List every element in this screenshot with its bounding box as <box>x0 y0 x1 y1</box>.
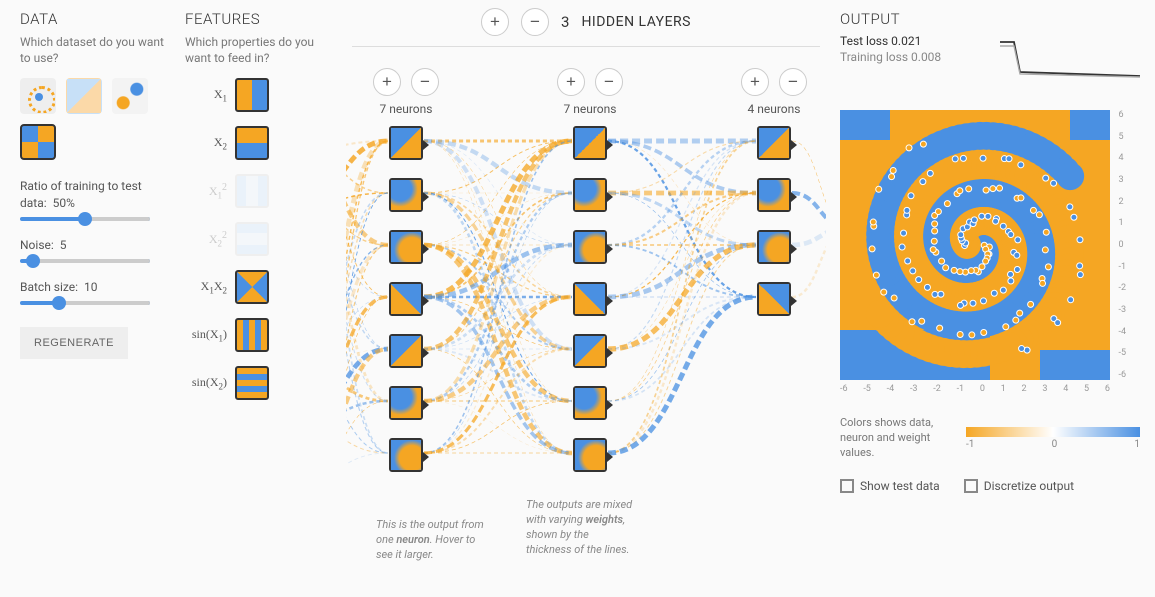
feature-0[interactable]: X1 <box>185 78 335 112</box>
neuron[interactable] <box>757 126 791 160</box>
output-heatmap[interactable]: 6543210-1-2-3-4-5-6 -6-5-4-3-2-10123456 <box>840 110 1110 380</box>
hidden-title: HIDDEN LAYERS <box>581 14 691 30</box>
layer-3: +− 4 neurons <box>714 68 834 316</box>
feature-5[interactable]: sin(X1) <box>185 318 335 352</box>
neuron[interactable] <box>389 334 423 368</box>
discretize-checkbox[interactable]: Discretize output <box>964 479 1074 493</box>
axis-right: 6543210-1-2-3-4-5-6 <box>1118 110 1126 380</box>
dataset-spiral[interactable] <box>20 124 56 160</box>
feature-label: X12 <box>185 182 227 200</box>
feature-label: sin(X1) <box>185 327 227 343</box>
layer3-add-neuron[interactable]: + <box>741 68 769 96</box>
noise-slider[interactable] <box>20 259 150 263</box>
data-panel: DATA Which dataset do you want to use? R… <box>20 10 170 359</box>
neuron[interactable] <box>757 230 791 264</box>
neuron[interactable] <box>573 386 607 420</box>
layer-2: +− 7 neurons <box>530 68 650 472</box>
ratio-slider[interactable] <box>20 217 150 221</box>
output-header: OUTPUT <box>840 10 1140 28</box>
neuron[interactable] <box>573 126 607 160</box>
neuron[interactable] <box>573 438 607 472</box>
dataset-grid <box>20 78 170 160</box>
remove-layer-button[interactable]: − <box>521 8 549 36</box>
ratio-label: Ratio of training to test data: 50% <box>20 178 170 210</box>
feature-2[interactable]: X12 <box>185 174 335 208</box>
feature-label: X1 <box>185 87 227 103</box>
feature-thumb <box>235 174 269 208</box>
features-header: FEATURES <box>185 10 335 28</box>
hidden-panel: + − 3 HIDDEN LAYERS +− 7 neurons +− 7 ne… <box>346 8 826 61</box>
feature-6[interactable]: sin(X2) <box>185 366 335 400</box>
layer-1: +− 7 neurons <box>346 68 466 472</box>
hidden-top: + − 3 HIDDEN LAYERS <box>346 8 826 36</box>
neuron[interactable] <box>757 178 791 212</box>
layer3-remove-neuron[interactable]: − <box>779 68 807 96</box>
feature-thumb <box>235 366 269 400</box>
layer1-add-neuron[interactable]: + <box>373 68 401 96</box>
show-test-checkbox[interactable]: Show test data <box>840 479 940 493</box>
ratio-param: Ratio of training to test data: 50% <box>20 178 170 220</box>
feature-label: X22 <box>185 230 227 248</box>
dataset-xor[interactable] <box>66 78 102 114</box>
neuron[interactable] <box>573 282 607 316</box>
regenerate-button[interactable]: REGENERATE <box>20 327 128 359</box>
feature-1[interactable]: X2 <box>185 126 335 160</box>
neuron[interactable] <box>573 230 607 264</box>
layer2-add-neuron[interactable]: + <box>557 68 585 96</box>
feature-4[interactable]: X1X2 <box>185 270 335 304</box>
feature-label: X1X2 <box>185 279 227 295</box>
hidden-rule <box>352 46 820 47</box>
feature-thumb <box>235 270 269 304</box>
axis-bottom: -6-5-4-3-2-10123456 <box>840 384 1110 394</box>
layer3-count: 4 neurons <box>714 102 834 116</box>
neuron[interactable] <box>389 230 423 264</box>
layer2-remove-neuron[interactable]: − <box>595 68 623 96</box>
dataset-circle[interactable] <box>20 78 56 114</box>
features-sub: Which properties do you want to feed in? <box>185 34 335 66</box>
batch-param: Batch size: 10 <box>20 279 170 305</box>
neuron[interactable] <box>389 178 423 212</box>
data-header: DATA <box>20 10 170 28</box>
output-panel: OUTPUT Test loss 0.021 Training loss 0.0… <box>840 10 1140 493</box>
neuron[interactable] <box>573 334 607 368</box>
dataset-gauss[interactable] <box>112 78 148 114</box>
noise-param: Noise: 5 <box>20 237 170 263</box>
batch-slider[interactable] <box>20 301 150 305</box>
neuron[interactable] <box>389 438 423 472</box>
hidden-count: 3 <box>561 13 569 31</box>
feature-label: sin(X2) <box>185 375 227 391</box>
add-layer-button[interactable]: + <box>481 8 509 36</box>
legend-gradient <box>966 427 1140 437</box>
loss-chart <box>1000 36 1140 82</box>
feature-label: X2 <box>185 135 227 151</box>
feature-thumb <box>235 126 269 160</box>
batch-label: Batch size: 10 <box>20 279 170 295</box>
features-list: X1X2X12X22X1X2sin(X1)sin(X2) <box>185 78 335 400</box>
feature-thumb <box>235 78 269 112</box>
neuron[interactable] <box>757 282 791 316</box>
legend: Colors shows data, neuron and weight val… <box>840 416 1140 461</box>
features-panel: FEATURES Which properties do you want to… <box>185 10 335 414</box>
neuron[interactable] <box>389 126 423 160</box>
noise-label: Noise: 5 <box>20 237 170 253</box>
neuron[interactable] <box>389 282 423 316</box>
callout-neuron: This is the output from one neuron. Hove… <box>376 518 486 563</box>
data-sub: Which dataset do you want to use? <box>20 34 170 66</box>
output-options: Show test data Discretize output <box>840 479 1140 493</box>
neuron[interactable] <box>389 386 423 420</box>
layer2-neurons <box>530 126 650 472</box>
legend-text: Colors shows data, neuron and weight val… <box>840 416 950 461</box>
layer1-neurons <box>346 126 466 472</box>
feature-thumb <box>235 318 269 352</box>
callout-weights: The outputs are mixed with varying weigh… <box>526 498 636 557</box>
feature-thumb <box>235 222 269 256</box>
layer1-remove-neuron[interactable]: − <box>411 68 439 96</box>
neuron[interactable] <box>573 178 607 212</box>
feature-3[interactable]: X22 <box>185 222 335 256</box>
layer2-count: 7 neurons <box>530 102 650 116</box>
layer1-count: 7 neurons <box>346 102 466 116</box>
layer3-neurons <box>714 126 834 316</box>
